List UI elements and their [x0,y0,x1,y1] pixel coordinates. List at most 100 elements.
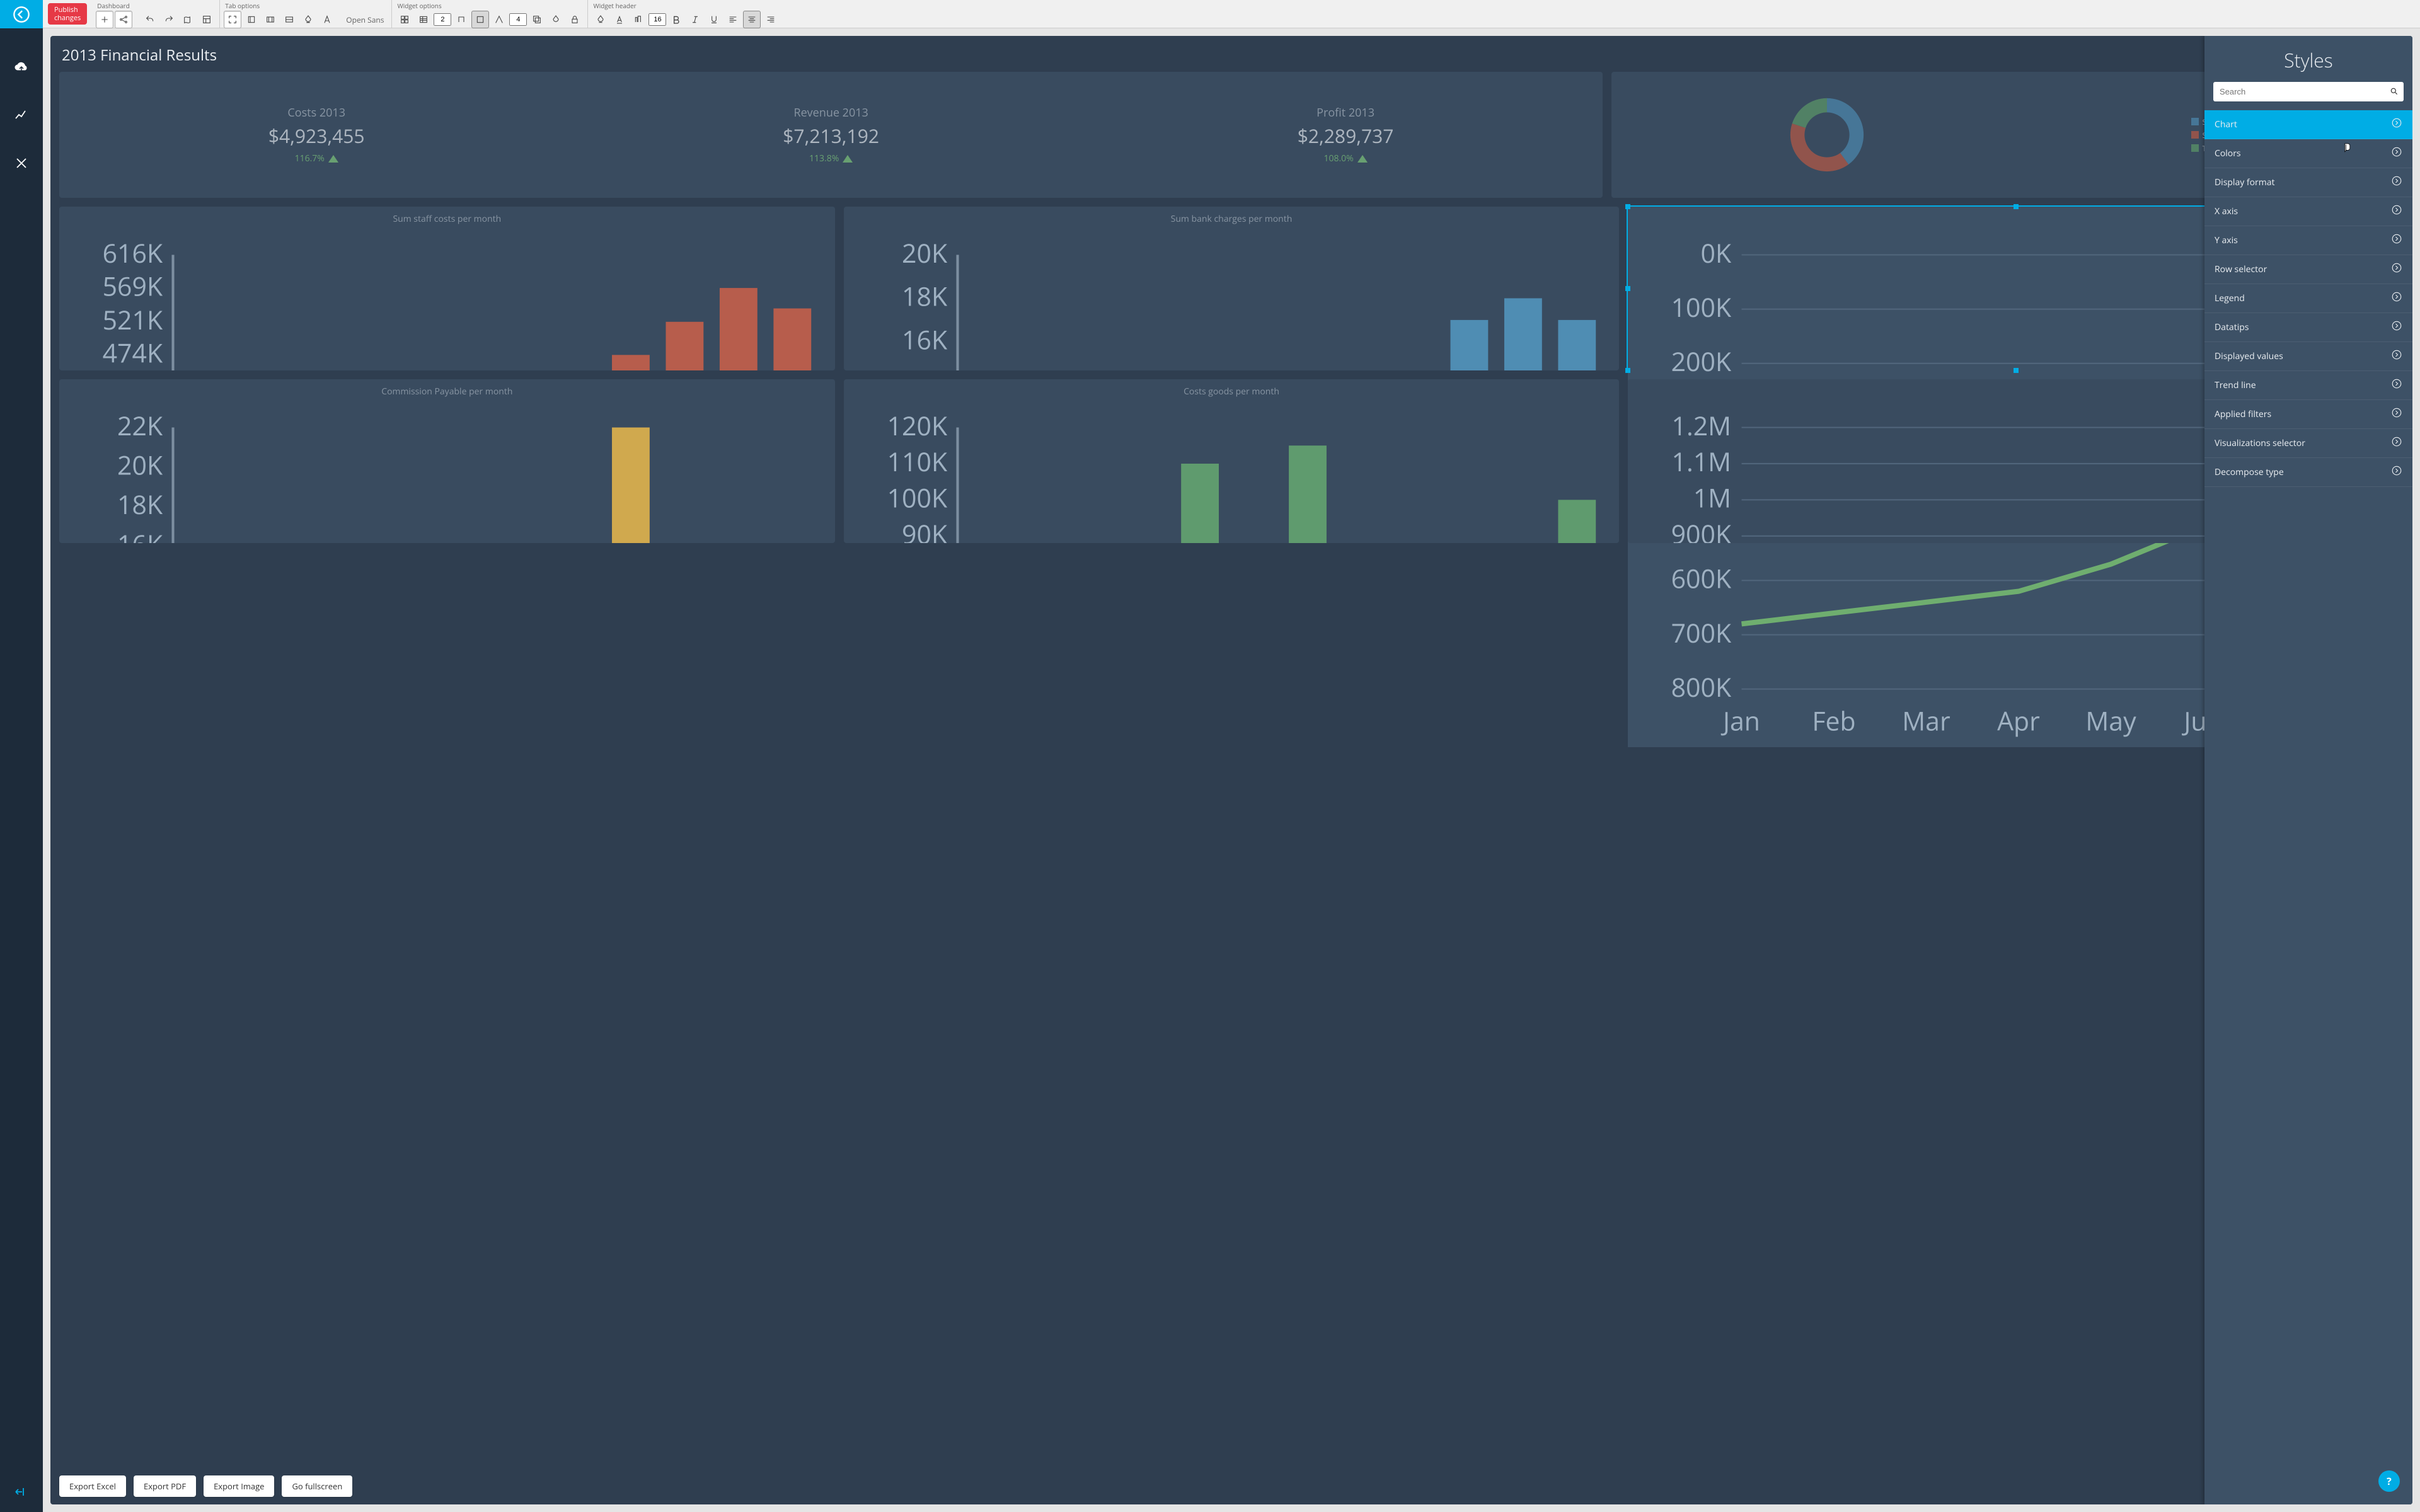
chevron-right-circle-icon [2391,378,2402,392]
chart-line-icon[interactable] [13,106,30,124]
styles-panel: Styles ChartColorsDisplay formatX axisY … [2204,36,2412,1504]
cloud-upload-icon[interactable] [13,59,30,76]
styles-title: Styles [2204,36,2412,82]
svg-text:1M: 1M [1693,481,1731,516]
widget-table-icon[interactable] [415,11,432,28]
svg-text:800K: 800K [1671,670,1732,705]
resize-handle[interactable] [2014,204,2019,209]
export-image-button[interactable]: Export Image [204,1475,274,1497]
search-icon [2390,85,2399,99]
align-left-button[interactable] [724,11,742,28]
styles-item-legend[interactable]: Legend [2204,284,2412,313]
toolbar-group-tab: Tab options Open Sans [220,0,392,28]
header-textcolor-icon[interactable] [611,11,628,28]
undo-button[interactable] [141,11,159,28]
kpi-widget[interactable]: Costs 2013 $4,923,455 116.7% Revenue 201… [59,72,1603,198]
canvas[interactable]: 2013 Financial Results Costs 2013 $4,923… [43,28,2420,1512]
styles-item-y-axis[interactable]: Y axis [2204,226,2412,255]
styles-item-decompose-type[interactable]: Decompose type [2204,458,2412,487]
styles-item-colors[interactable]: Colors [2204,139,2412,168]
styles-item-visualizations-selector[interactable]: Visualizations selector [2204,429,2412,458]
tools-icon[interactable] [13,154,30,172]
svg-text:22K: 22K [117,408,163,444]
svg-text:474K: 474K [103,336,163,370]
tab-font-name[interactable]: Open Sans [342,14,388,25]
collapse-rail-icon[interactable] [0,1484,43,1499]
widget-grid-icon[interactable] [396,11,413,28]
align-right-button[interactable] [762,11,780,28]
tab-opt3[interactable] [280,11,298,28]
header-fontsize-value[interactable] [648,13,666,26]
header-fontsize-icon[interactable] [630,11,647,28]
svg-text:200K: 200K [1671,344,1732,379]
tab-font-button[interactable] [318,11,336,28]
svg-text:18K: 18K [902,279,948,314]
back-button[interactable] [0,0,43,28]
styles-item-trend-line[interactable]: Trend line [2204,371,2412,400]
styles-item-chart[interactable]: Chart [2204,110,2412,139]
brush-button[interactable] [179,11,197,28]
dashboard: 2013 Financial Results Costs 2013 $4,923… [50,36,2412,1504]
redo-button[interactable] [160,11,178,28]
chart-staff-costs[interactable]: Sum staff costs per month 0K47K95K142K19… [59,207,835,370]
align-center-button[interactable] [743,11,761,28]
widget-number-2[interactable] [509,13,527,26]
widget-fill-icon[interactable] [547,11,565,28]
main-column: Publish changes Dashboard Tab options [43,0,2420,1512]
styles-search-input[interactable] [2213,82,2404,101]
export-excel-button[interactable]: Export Excel [59,1475,126,1497]
chart-title: Sum staff costs per month [59,207,835,227]
widget-copy-icon[interactable] [528,11,546,28]
toolbar-group-dashboard: Dashboard [92,0,220,28]
widget-opt-b[interactable] [490,11,508,28]
svg-text:Feb: Feb [1812,703,1856,738]
widget-border-button[interactable] [471,11,489,28]
widget-lock-icon[interactable] [566,11,584,28]
dashboard-title: 2013 Financial Results [50,36,2412,72]
bold-button[interactable] [667,11,685,28]
underline-button[interactable] [705,11,723,28]
italic-button[interactable] [686,11,704,28]
styles-item-x-axis[interactable]: X axis [2204,197,2412,226]
styles-item-display-format[interactable]: Display format [2204,168,2412,197]
svg-text:18K: 18K [117,487,163,522]
svg-text:90K: 90K [902,517,948,543]
toolbar-group-header: Widget header [588,0,783,28]
tab-opt2[interactable] [262,11,279,28]
resize-handle[interactable] [2014,368,2019,373]
styles-item-datatips[interactable]: Datatips [2204,313,2412,342]
add-widget-button[interactable] [96,11,113,28]
widget-opt-a[interactable] [452,11,470,28]
svg-text:100K: 100K [887,481,947,516]
svg-text:600K: 600K [1671,561,1732,597]
layout-button[interactable] [198,11,216,28]
svg-text:Mar: Mar [1903,703,1951,738]
chart-bank-charges[interactable]: Sum bank charges per month 0K2K4K6K8K10K… [844,207,1620,370]
widget-number-1[interactable] [434,13,451,26]
help-button[interactable]: ? [2378,1470,2400,1492]
svg-text:16K: 16K [902,323,948,358]
tab-color-button[interactable] [299,11,317,28]
styles-item-applied-filters[interactable]: Applied filters [2204,400,2412,429]
svg-text:100K: 100K [1671,290,1732,325]
header-fill-icon[interactable] [592,11,609,28]
resize-handle[interactable] [1625,286,1630,291]
publish-label-2: changes [54,14,81,22]
resize-handle[interactable] [1625,368,1630,373]
svg-text:521K: 521K [103,302,163,338]
chart-title: Sum bank charges per month [844,207,1620,227]
footer: Export Excel Export PDF Export Image Go … [50,1468,2412,1504]
chevron-right-circle-icon [2391,436,2402,450]
export-pdf-button[interactable]: Export PDF [134,1475,196,1497]
share-button[interactable] [115,11,132,28]
styles-item-displayed-values[interactable]: Displayed values [2204,342,2412,371]
chart-costs-goods[interactable]: Costs goods per month 0K10K20K30K40K50K6… [844,379,1620,543]
styles-item-row-selector[interactable]: Row selector [2204,255,2412,284]
chart-commission[interactable]: Commission Payable per month 0K2K4K6K8K1… [59,379,835,543]
fullscreen-button[interactable]: Go fullscreen [282,1475,352,1497]
svg-text:700K: 700K [1671,616,1732,651]
tab-opt1[interactable] [243,11,260,28]
tab-fullscreen-button[interactable] [224,11,241,28]
publish-button[interactable]: Publish changes [48,3,87,25]
resize-handle[interactable] [1625,204,1630,209]
